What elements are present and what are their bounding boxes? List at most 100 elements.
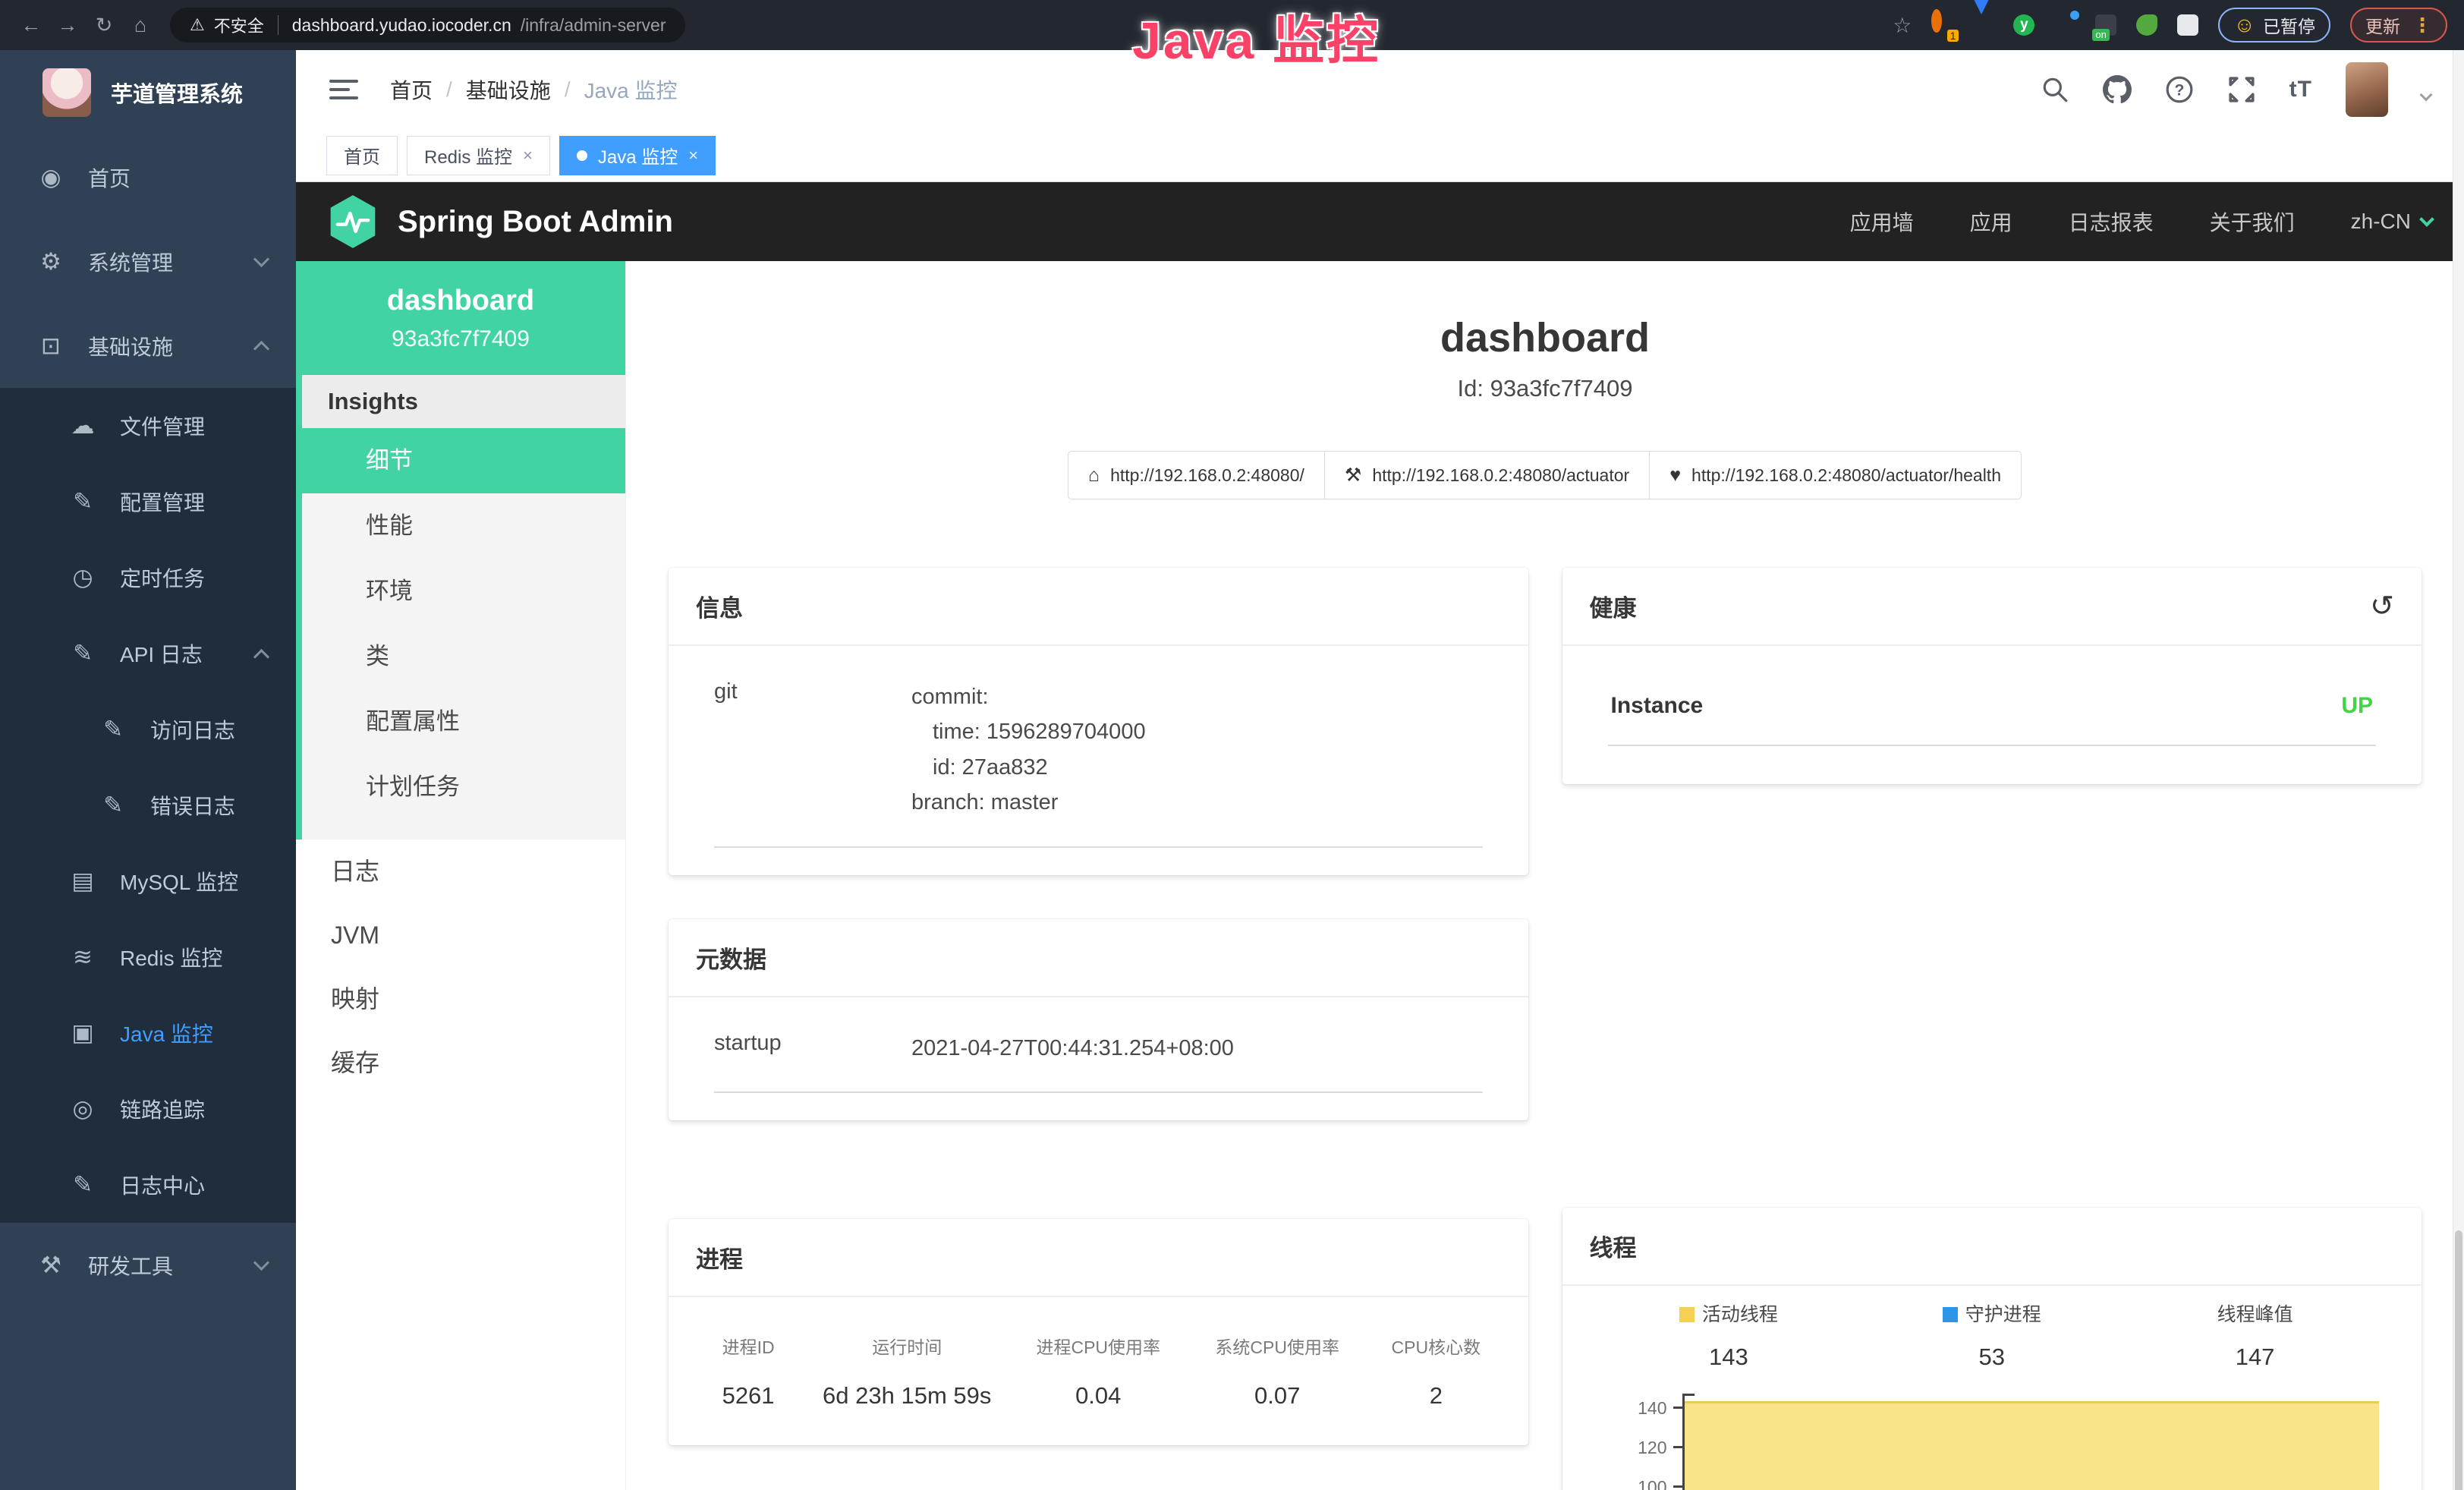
sidebar-item-config-management[interactable]: ✎ 配置管理	[0, 464, 296, 540]
chrome-update-button[interactable]: 更新 ⋮	[2350, 8, 2447, 43]
help-question-icon[interactable]: ?	[2165, 75, 2194, 104]
sidebar-item-file-management[interactable]: ☁ 文件管理	[0, 388, 296, 464]
scrollbar-thumb[interactable]	[2455, 1230, 2462, 1490]
service-url-link[interactable]: ⌂ http://192.168.0.2:48080/	[1068, 451, 1325, 499]
sba-menu-classes[interactable]: 类	[302, 624, 625, 689]
sba-menu-jvm[interactable]: JVM	[296, 903, 625, 967]
breadcrumb-infrastructure[interactable]: 基础设施	[466, 74, 551, 105]
process-uptime: 6d 23h 15m 59s	[805, 1381, 1009, 1410]
extension-y-icon[interactable]: y	[2013, 14, 2034, 36]
sidebar-item-java-monitor[interactable]: ▣ Java 监控	[0, 995, 296, 1071]
metadata-row-value: 2021-04-27T00:44:31.254+08:00	[911, 1031, 1234, 1066]
paused-label: 已暂停	[2263, 12, 2315, 38]
sba-menu-details[interactable]: 细节	[302, 428, 625, 493]
sidebar-item-error-logs[interactable]: ✎ 错误日志	[0, 767, 296, 843]
profile-paused-chip[interactable]: ☺ 已暂停	[2218, 8, 2330, 43]
sba-nav-about[interactable]: 关于我们	[2210, 206, 2295, 237]
tab-redis-monitor[interactable]: Redis 监控 ×	[407, 136, 550, 175]
health-card: 健康 ↺ Instance UP	[1562, 568, 2422, 784]
sba-language-select[interactable]: zh-CN	[2351, 209, 2432, 234]
history-icon[interactable]: ↺	[2370, 595, 2394, 618]
browser-home-icon[interactable]: ⌂	[126, 14, 155, 37]
sba-menu-scheduled-tasks[interactable]: 计划任务	[302, 754, 625, 820]
sba-menu-config-props[interactable]: 配置属性	[302, 689, 625, 754]
main-area: 首页 / 基础设施 / Java 监控 ? tT 首页 Redis 监控	[296, 50, 2464, 1490]
user-avatar[interactable]	[2346, 62, 2388, 117]
sba-instance-header[interactable]: dashboard 93a3fc7f7409	[296, 261, 625, 375]
bookmark-star-icon[interactable]: ☆	[1893, 13, 1912, 38]
url-host: dashboard.yudao.iocoder.cn	[292, 15, 511, 36]
breadcrumb-home[interactable]: 首页	[390, 74, 433, 105]
infrastructure-submenu: ☁ 文件管理 ✎ 配置管理 ◷ 定时任务 ✎ API 日志 ✎ 访问日志 ✎	[0, 388, 296, 1223]
tab-java-monitor[interactable]: Java 监控 ×	[559, 136, 716, 175]
search-icon[interactable]	[2041, 75, 2069, 104]
y-axis-tick	[1673, 1446, 1683, 1448]
address-bar[interactable]: ⚠ 不安全 dashboard.yudao.iocoder.cn/infra/a…	[170, 8, 685, 43]
divider	[714, 1092, 1483, 1093]
extension-grid-icon[interactable]	[2054, 14, 2075, 36]
sidebar-item-trace[interactable]: ◎ 链路追踪	[0, 1071, 296, 1147]
java-monitor-icon: ▣	[65, 1019, 100, 1047]
browser-menu-dots-icon[interactable]: ⋮	[2412, 14, 2432, 37]
process-cpu: 0.04	[1009, 1381, 1188, 1410]
sidebar-item-dev-tools[interactable]: ⚒ 研发工具	[0, 1223, 296, 1307]
close-icon[interactable]: ×	[688, 146, 698, 165]
app-logo-row[interactable]: 芋道管理系统	[0, 50, 296, 135]
sba-content: dashboard Id: 93a3fc7f7409 ⌂ http://192.…	[626, 261, 2464, 1490]
sidebar-item-mysql-monitor[interactable]: ▤ MySQL 监控	[0, 843, 296, 919]
sidebar-item-infrastructure[interactable]: ⊡ 基础设施	[0, 304, 296, 388]
info-row-value: commit: time: 1596289704000 id: 27aa832 …	[911, 679, 1146, 821]
hamburger-icon[interactable]	[329, 80, 358, 99]
sba-nav-applications[interactable]: 应用	[1970, 206, 2012, 237]
sidebar-item-access-logs[interactable]: ✎ 访问日志	[0, 691, 296, 767]
extension-switch-icon[interactable]: on	[2095, 14, 2116, 36]
browser-forward-icon[interactable]: →	[53, 14, 82, 37]
window-scrollbar[interactable]	[2453, 50, 2464, 1490]
breadcrumb-current: Java 监控	[584, 74, 678, 105]
sba-brand[interactable]: Spring Boot Admin	[328, 194, 673, 250]
sba-nav-journal[interactable]: 日志报表	[2069, 206, 2154, 237]
sidebar-item-log-center[interactable]: ✎ 日志中心	[0, 1147, 296, 1223]
sidebar-item-system-management[interactable]: ⚙ 系统管理	[0, 219, 296, 304]
home-icon: ⌂	[1088, 465, 1100, 487]
text-size-icon[interactable]: tT	[2289, 77, 2312, 102]
close-icon[interactable]: ×	[523, 146, 533, 165]
fullscreen-icon[interactable]	[2227, 75, 2256, 104]
url-path: /infra/admin-server	[521, 15, 666, 36]
health-url-link[interactable]: ♥ http://192.168.0.2:48080/actuator/heal…	[1649, 451, 2022, 499]
y-axis-tick	[1673, 1407, 1683, 1409]
sidebar-item-home[interactable]: ◉ 首页	[0, 135, 296, 219]
sba-sidebar: dashboard 93a3fc7f7409 Insights 细节 性能 环境…	[296, 261, 626, 1490]
browser-back-icon[interactable]: ←	[17, 14, 46, 37]
sba-menu-logs[interactable]: 日志	[296, 840, 625, 903]
y-tick-label: 100	[1597, 1477, 1667, 1490]
y-tick-label: 120	[1597, 1438, 1667, 1458]
avatar-caret-icon[interactable]	[2420, 89, 2433, 102]
extension-leaf-icon[interactable]	[2136, 14, 2157, 36]
extension-proxy-icon[interactable]: 1	[1931, 14, 1953, 36]
info-card: 信息 git commit: time: 1596289704000 id: 2…	[669, 568, 1528, 875]
sidebar-item-api-logs[interactable]: ✎ API 日志	[0, 616, 296, 691]
tab-home[interactable]: 首页	[326, 136, 398, 175]
actuator-url-link[interactable]: ⚒ http://192.168.0.2:48080/actuator	[1324, 451, 1650, 499]
sba-menu-metrics[interactable]: 性能	[302, 493, 625, 559]
sidebar-item-redis-monitor[interactable]: ≋ Redis 监控	[0, 919, 296, 995]
edit-icon: ✎	[65, 640, 100, 667]
extensions-puzzle-icon[interactable]	[2177, 14, 2198, 36]
sba-menu-environment[interactable]: 环境	[302, 559, 625, 624]
sba-nav-wallboard[interactable]: 应用墙	[1850, 206, 1914, 237]
sba-menu-caches[interactable]: 缓存	[296, 1031, 625, 1095]
live-threads-area-series	[1685, 1401, 2380, 1490]
annotation-overlay-text: Java 监控	[1132, 0, 1380, 74]
timer-icon: ◷	[65, 564, 100, 591]
sba-menu-mappings[interactable]: 映射	[296, 967, 625, 1031]
tag-view-tabs: 首页 Redis 监控 × Java 监控 ×	[296, 129, 2464, 182]
legend-swatch-blue	[1943, 1307, 1958, 1322]
extension-pin-icon[interactable]	[1972, 14, 1994, 36]
dashboard-icon: ◉	[33, 164, 68, 191]
legend-live-threads: 活动线程	[1597, 1299, 1861, 1327]
eye-icon: ◎	[65, 1095, 100, 1123]
browser-reload-icon[interactable]: ↻	[90, 14, 118, 37]
github-icon[interactable]	[2103, 75, 2132, 104]
sidebar-item-scheduled-tasks[interactable]: ◷ 定时任务	[0, 540, 296, 616]
